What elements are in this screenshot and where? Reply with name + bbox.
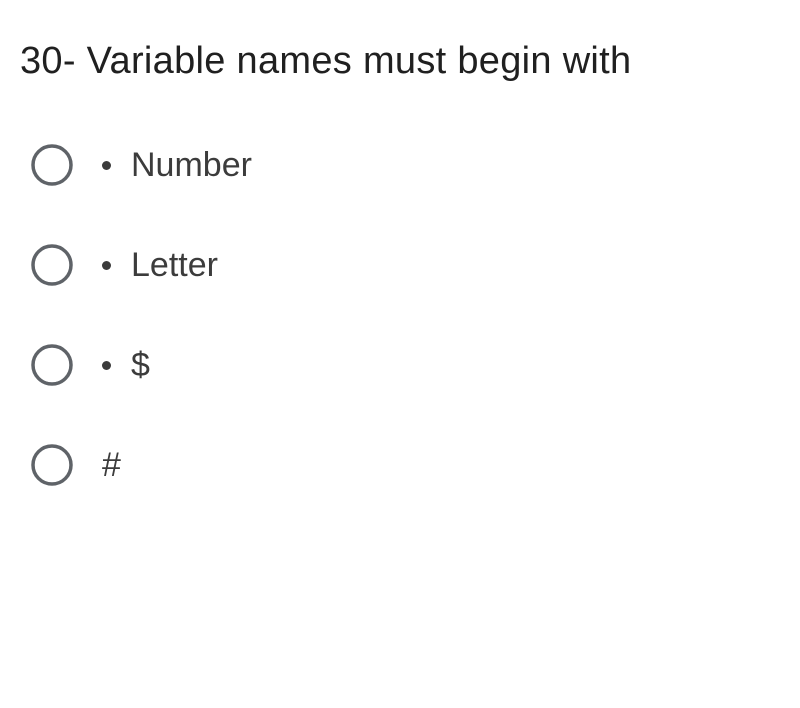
option-row: $ [30, 343, 800, 387]
option-row: Letter [30, 243, 800, 287]
radio-button-option-4[interactable] [30, 443, 74, 487]
radio-unchecked-icon [30, 343, 74, 387]
option-label: Number [102, 146, 252, 185]
radio-button-option-3[interactable] [30, 343, 74, 387]
bullet-icon [102, 261, 111, 270]
option-label: # [102, 446, 121, 485]
option-text: $ [131, 346, 150, 385]
option-label: $ [102, 346, 150, 385]
question-text: 30- Variable names must begin with [20, 40, 800, 83]
radio-button-option-2[interactable] [30, 243, 74, 287]
radio-unchecked-icon [30, 243, 74, 287]
bullet-icon [102, 361, 111, 370]
option-row: # [30, 443, 800, 487]
bullet-icon [102, 161, 111, 170]
option-row: Number [30, 143, 800, 187]
option-text: Number [131, 146, 252, 185]
radio-unchecked-icon [30, 443, 74, 487]
option-text: Letter [131, 246, 218, 285]
radio-unchecked-icon [30, 143, 74, 187]
option-text: # [102, 446, 121, 485]
options-list: Number Letter $ # [20, 143, 800, 487]
radio-button-option-1[interactable] [30, 143, 74, 187]
option-label: Letter [102, 246, 218, 285]
